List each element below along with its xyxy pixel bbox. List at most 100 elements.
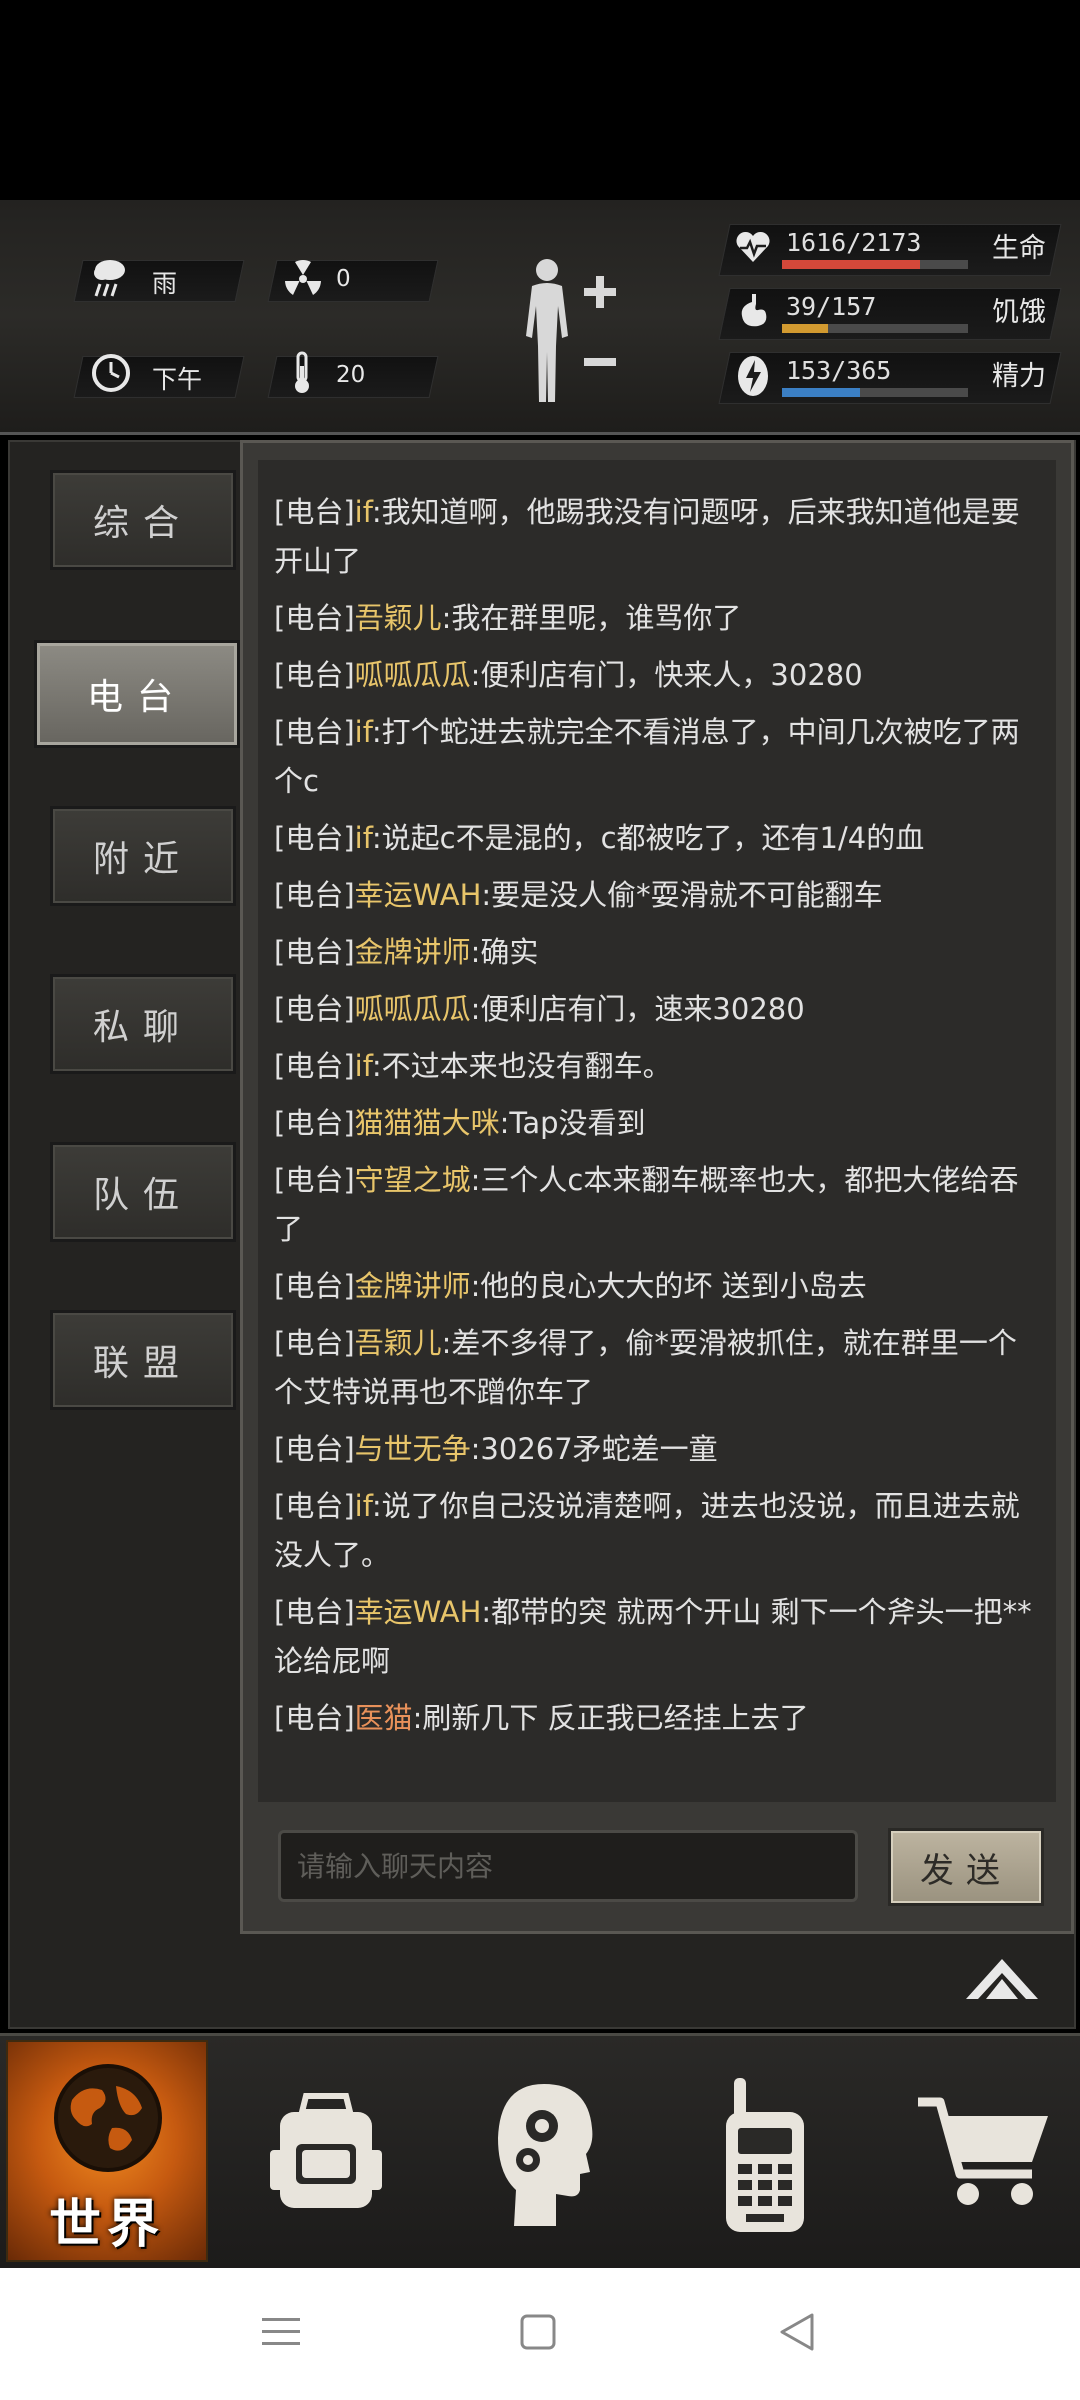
- chat-message: [电台]吾颖儿:差不多得了，偷*耍滑被抓住，就在群里一个个艾特说再也不蹭你车了: [274, 1319, 1040, 1417]
- tab-nearby[interactable]: 附近: [50, 806, 236, 906]
- chat-message-text: :30267矛蛇差一童: [470, 1432, 718, 1466]
- energy-label: 精力: [992, 361, 1046, 392]
- tab-comprehensive[interactable]: 综合: [50, 470, 236, 570]
- nav-walkie-talkie[interactable]: [690, 2040, 840, 2262]
- chat-channel-tag: [电台]: [274, 821, 355, 855]
- weather-value: 雨: [152, 269, 178, 298]
- chat-message: [电台]金牌讲师:确实: [274, 928, 1040, 977]
- clock-icon: [92, 354, 130, 392]
- backpack-icon: [270, 2093, 382, 2208]
- back-icon[interactable]: [778, 2312, 814, 2352]
- health-bar: [782, 260, 968, 269]
- chat-message: [电台]医猫:刷新几下 反正我已经挂上去了: [274, 1694, 1040, 1743]
- chat-message: [电台]if:说了你自己没说清楚啊，进去也没说，而且进去就没人了。: [274, 1482, 1040, 1580]
- chat-channel-tag: [电台]: [274, 495, 355, 529]
- chat-message-text: :说起c不是混的，c都被吃了，还有1/4的血: [371, 821, 925, 855]
- chat-message-list[interactable]: [电台]if:我知道啊，他踢我没有问题呀，后来我知道他是要开山了 [电台]吾颖儿:…: [258, 460, 1056, 1802]
- chat-sender-name[interactable]: if: [355, 1049, 372, 1083]
- send-button[interactable]: 发送: [888, 1828, 1044, 1906]
- chat-message: [电台]呱呱瓜瓜:便利店有门，速来30280: [274, 985, 1040, 1034]
- chat-channel-tag: [电台]: [274, 1326, 355, 1360]
- nav-shop[interactable]: [900, 2040, 1070, 2262]
- chat-message: [电台]if:说起c不是混的，c都被吃了，还有1/4的血: [274, 814, 1040, 863]
- chat-channel-tag: [电台]: [274, 1269, 355, 1303]
- time-of-day-value: 下午: [152, 365, 203, 394]
- thermometer-icon: [295, 351, 309, 393]
- chat-channel-tag: [电台]: [274, 1432, 355, 1466]
- radiation-value: 0: [336, 266, 351, 292]
- health-value: 1616/2173: [786, 228, 922, 257]
- chat-channel-tag: [电台]: [274, 601, 355, 635]
- chat-message: [电台]if:打个蛇进去就完全不看消息了，中间几次被吃了两个c: [274, 708, 1040, 806]
- health-bar-fill: [782, 260, 921, 269]
- tab-radio[interactable]: 电台: [34, 640, 240, 748]
- nav-skills[interactable]: [470, 2040, 620, 2262]
- chat-sender-name[interactable]: if: [355, 495, 372, 529]
- plus-icon[interactable]: [580, 272, 620, 312]
- energy-bar-fill: [782, 388, 860, 397]
- globe-icon: [54, 2064, 162, 2172]
- tab-alliance[interactable]: 联盟: [50, 1310, 236, 1410]
- chat-sender-name[interactable]: 吾颖儿: [355, 1326, 442, 1360]
- health-label: 生命: [992, 233, 1046, 264]
- hunger-bar-fill: [782, 324, 829, 333]
- chat-sender-name[interactable]: 呱呱瓜瓜: [355, 992, 471, 1026]
- chat-sender-name[interactable]: 医猫: [355, 1701, 413, 1735]
- chat-message: [电台]猫猫猫大咪:Tap没看到: [274, 1099, 1040, 1148]
- chat-message: [电台]与世无争:30267矛蛇差一童: [274, 1425, 1040, 1474]
- energy-icon: [738, 356, 768, 396]
- chat-channel-tag: [电台]: [274, 658, 355, 692]
- energy-bar: [782, 388, 968, 397]
- radiation-icon: [285, 260, 321, 295]
- chat-sender-name[interactable]: if: [355, 1489, 372, 1523]
- hunger-bar: [782, 324, 968, 333]
- nav-backpack[interactable]: [250, 2040, 400, 2262]
- chat-message-text: :不过本来也没有翻车。: [371, 1049, 672, 1083]
- chat-message-text: :要是没人偷*耍滑就不可能翻车: [481, 878, 883, 912]
- chat-message-text: :说了你自己没说清楚啊，进去也没说，而且进去就没人了。: [274, 1489, 1020, 1572]
- chat-sender-name[interactable]: if: [355, 821, 372, 855]
- chat-sender-name[interactable]: 呱呱瓜瓜: [355, 658, 471, 692]
- chat-input[interactable]: [278, 1830, 858, 1902]
- chat-channel-tag: [电台]: [274, 1049, 355, 1083]
- body-status-icon[interactable]: [522, 256, 572, 404]
- chat-message-text: :我在群里呢，谁骂你了: [441, 601, 742, 635]
- chat-message-text: :刷新几下 反正我已经挂上去了: [412, 1701, 809, 1735]
- hunger-value: 39/157: [786, 292, 877, 321]
- chat-sender-name[interactable]: 幸运WAH: [355, 1595, 482, 1629]
- chat-message: [电台]金牌讲师:他的良心大大的坏 送到小岛去: [274, 1262, 1040, 1311]
- tab-private-chat[interactable]: 私聊: [50, 974, 236, 1074]
- tab-team[interactable]: 队伍: [50, 1142, 236, 1242]
- menu-icon[interactable]: [262, 2314, 300, 2350]
- head-gears-icon: [498, 2084, 593, 2226]
- heart-pulse-icon: [736, 231, 770, 262]
- walkie-talkie-icon: [726, 2078, 804, 2232]
- chat-channel-tag: [电台]: [274, 1701, 355, 1735]
- chat-sender-name[interactable]: 与世无争: [355, 1432, 471, 1466]
- chat-message-text: :我知道啊，他踢我没有问题呀，后来我知道他是要开山了: [274, 495, 1020, 578]
- chat-message-text: :打个蛇进去就完全不看消息了，中间几次被吃了两个c: [274, 715, 1020, 798]
- chat-sender-name[interactable]: 守望之城: [355, 1163, 471, 1197]
- temperature-value: 20: [336, 362, 366, 388]
- chat-channel-tag: [电台]: [274, 1106, 355, 1140]
- home-icon[interactable]: [520, 2314, 556, 2350]
- chat-message-text: :确实: [470, 935, 539, 969]
- chat-message: [电台]幸运WAH:要是没人偷*耍滑就不可能翻车: [274, 871, 1040, 920]
- chat-sender-name[interactable]: 金牌讲师: [355, 1269, 471, 1303]
- rain-cloud-icon: [94, 260, 125, 297]
- energy-value: 153/365: [786, 356, 892, 385]
- chat-sender-name[interactable]: 吾颖儿: [355, 601, 442, 635]
- chat-message-text: :便利店有门，速来30280: [470, 992, 805, 1026]
- stomach-icon: [741, 294, 767, 327]
- nav-world-label: 世界: [48, 2195, 165, 2255]
- collapse-up-icon[interactable]: [962, 1955, 1042, 2005]
- chat-channel-tag: [电台]: [274, 1489, 355, 1523]
- chat-sender-name[interactable]: 猫猫猫大咪: [355, 1106, 500, 1140]
- chat-sender-name[interactable]: if: [355, 715, 372, 749]
- chat-sender-name[interactable]: 幸运WAH: [355, 878, 482, 912]
- chat-message-text: :便利店有门，快来人，30280: [470, 658, 863, 692]
- chat-channel-tag: [电台]: [274, 1595, 355, 1629]
- minus-icon[interactable]: [580, 354, 620, 370]
- chat-sender-name[interactable]: 金牌讲师: [355, 935, 471, 969]
- shopping-cart-icon: [918, 2097, 1048, 2205]
